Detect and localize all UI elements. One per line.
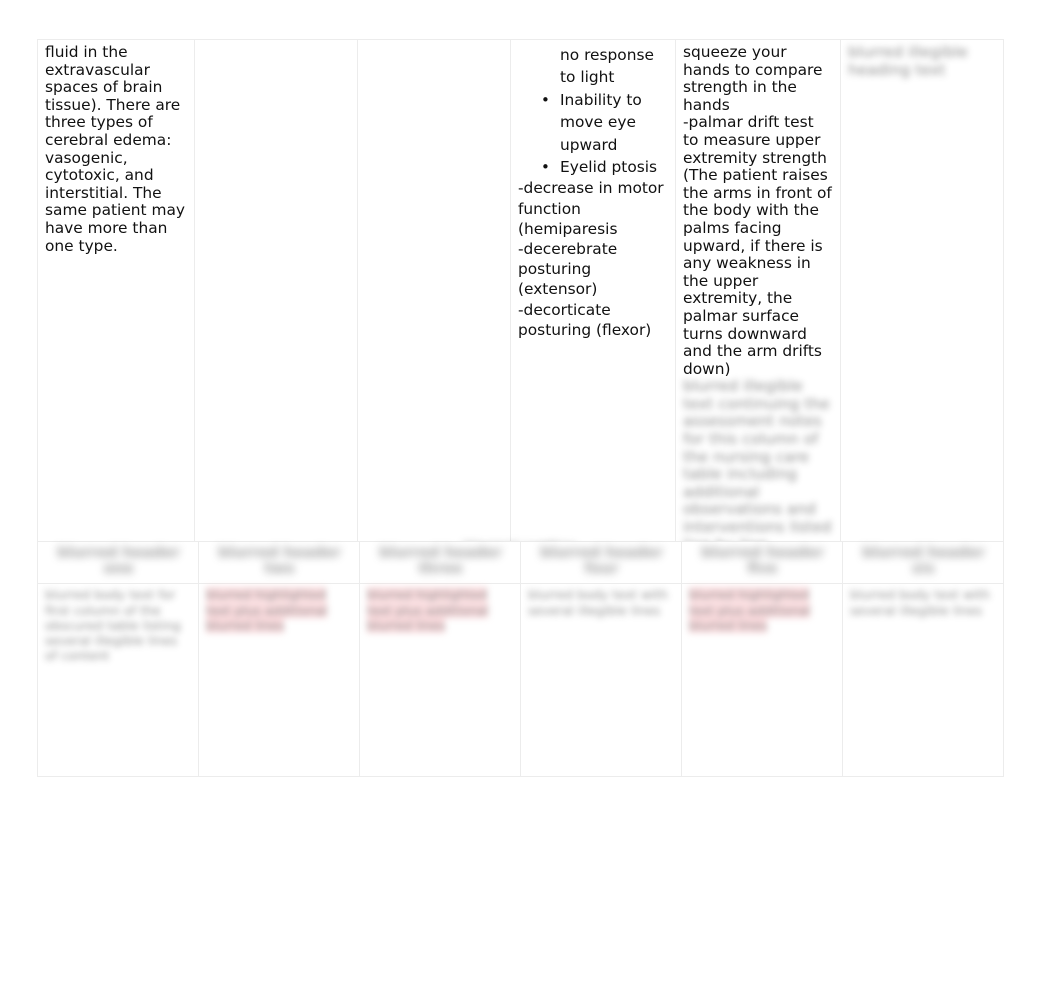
body-cell: blurred body text with several illegible…: [520, 583, 682, 777]
cell-obscured-six: blurred illegible heading text: [840, 38, 1004, 560]
cell-cerebral-edema: fluid in the extravascular spaces of bra…: [37, 38, 195, 560]
body-cell: blurred body text with several illegible…: [842, 583, 1004, 777]
header-cell: blurred header one: [37, 540, 199, 585]
header-cell: blurred header six: [842, 540, 1004, 585]
pupil-response-continued-line: no response to light: [560, 46, 654, 87]
header-cell: blurred header three: [359, 540, 521, 585]
body-cell: blurred highlighted text plus additional…: [198, 583, 360, 777]
header-cell: blurred header four: [520, 540, 682, 585]
obscured-cell-text: blurred body text with several illegible…: [850, 587, 990, 618]
motor-dash-line-1: -decrease in motor function (hemiparesis: [518, 179, 664, 238]
column-header-label: blurred header two: [218, 545, 341, 577]
column-header-label: blurred header five: [701, 545, 824, 577]
cell-empty-two: [194, 38, 358, 560]
cell-motor-signs: no response to light Inability to move e…: [510, 38, 676, 560]
pink-highlight-run: blurred highlighted text plus additional…: [206, 587, 328, 633]
pink-highlight-run: blurred highlighted text plus additional…: [689, 587, 811, 633]
header-cell: blurred header two: [198, 540, 360, 585]
column-header-label: blurred header six: [862, 545, 985, 577]
body-cell: blurred highlighted text plus additional…: [681, 583, 843, 777]
body-cell: blurred body text for first column of th…: [37, 583, 199, 777]
column-header-label: blurred header four: [540, 545, 663, 577]
obscured-column-six-text: blurred illegible heading text: [848, 43, 968, 79]
motor-signs-block: no response to light Inability to move e…: [518, 44, 669, 340]
table-header-row: blurred header one blurred header two bl…: [37, 540, 1004, 585]
list-item: Inability to move eye upward: [518, 89, 669, 156]
cell-strength-assessment: squeeze your hands to compare strength i…: [675, 38, 841, 560]
obscured-cell-text: blurred highlighted text plus additional…: [367, 587, 514, 633]
obscured-comparison-table: blurred header one blurred header two bl…: [37, 540, 1004, 777]
column-header-label: blurred header three: [379, 545, 502, 577]
column-header-label: blurred header one: [57, 545, 180, 577]
header-cell: blurred header five: [681, 540, 843, 585]
obscured-cell-text: blurred body text for first column of th…: [45, 587, 181, 664]
ocular-signs-list: Inability to move eye upward Eyelid ptos…: [518, 89, 669, 179]
table-row: blurred body text for first column of th…: [37, 583, 1004, 777]
obscured-cell-text: blurred highlighted text plus additional…: [206, 587, 353, 633]
palmar-drift-text: -palmar drift test to measure upper extr…: [683, 113, 832, 378]
list-item: Eyelid ptosis: [518, 156, 669, 179]
body-cell: blurred highlighted text plus additional…: [359, 583, 521, 777]
obscured-cell-text: blurred body text with several illegible…: [528, 587, 668, 618]
pink-highlight-run: blurred highlighted text plus additional…: [367, 587, 489, 633]
document-page: fluid in the extravascular spaces of bra…: [0, 0, 1062, 1001]
obscured-cell-text: blurred highlighted text plus additional…: [689, 587, 836, 633]
hand-grip-text: squeeze your hands to compare strength i…: [683, 43, 823, 114]
motor-dash-line-3: -decorticate posturing (flexor): [518, 300, 652, 339]
motor-dash-line-2: -decerebrate posturing (extensor): [518, 240, 618, 299]
cerebral-edema-text: fluid in the extravascular spaces of bra…: [45, 43, 185, 255]
cell-empty-three: [357, 38, 511, 560]
obscured-assessment-text: blurred illegible text continuing the as…: [683, 377, 832, 553]
increased-icp-table: fluid in the extravascular spaces of bra…: [37, 38, 1004, 560]
table-row: fluid in the extravascular spaces of bra…: [37, 38, 1004, 560]
